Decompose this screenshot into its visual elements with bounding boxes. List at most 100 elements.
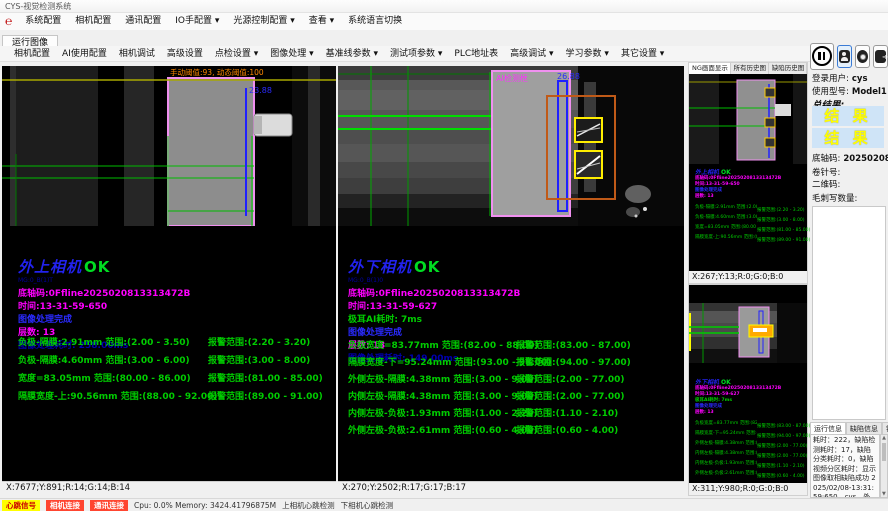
measure-value: 内侧左极-负极:1.93mm 范围:(1.00 - 2.20) [348,406,516,423]
alarm-range: 报警范围:(2.00 - 77.00) [516,392,625,402]
toolbar-plc-table[interactable]: PLC地址表 [448,46,504,62]
mini-alarm: 报警范围:(2.20 - 3.20) [757,208,805,213]
camera-time: 时间:13-31-59-650 [18,301,190,314]
toolbar-test-params[interactable]: 测试项参数 ▾ [384,46,448,62]
measure-value: 隔膜宽度-上:90.56mm 范围:(88.00 - 92.00) [18,388,208,406]
needle-number-label: 卷针号: [812,166,840,178]
bottom-axis-code-label: 底轴码: [812,154,840,164]
measure-value: 外侧左极-负极:2.61mm 范围:(0.60 - 4.00) [348,423,516,440]
toolbar-ai-config[interactable]: AI使用配置 [56,46,113,62]
scrollbar-thumb[interactable] [882,443,886,461]
menu-item-io-config[interactable]: IO手配置 ▾ [168,13,226,30]
toolbar-spot-check[interactable]: 点检设置 ▾ [209,46,264,62]
menu-item-view[interactable]: 查看 ▾ [302,13,341,30]
app-window: CYS-视觉检测系统 ℮ 系统配置 相机配置 通讯配置 IO手配置 ▾ 光源控制… [0,0,888,522]
scroll-up-icon[interactable]: ▲ [882,435,886,441]
toolbar-other-settings[interactable]: 其它设置 ▾ [615,46,670,62]
burr-count-label: 毛刺写数量: [812,192,857,204]
mini-measure: 隔膜宽度-上:90.56mm 范围:(88.00 - 92.00) [695,234,757,241]
measurement-row: 负极-隔膜:4.60mm 范围:(3.00 - 6.00)报警范围:(3.00 … [18,352,323,370]
pixel-coordinate-status: X:267;Y:13;R:0;G:0;B:0 [689,271,807,283]
toolbar-advanced-settings[interactable]: 高级设置 [161,46,209,62]
threshold-label: 手动阈值:93, 动态阈值:100 [170,67,264,77]
camera-image-upper[interactable]: 23.88 手动阈值:93, 动态阈值:100 [2,66,336,226]
toolbar-learn-params[interactable]: 学习参数 ▾ [560,46,615,62]
mini-measure: 内侧左极-隔膜:4.38mm 范围:(3.00 - 9.00) [695,450,757,457]
measurement-row: 外侧左极-隔膜:4.38mm 范围:(3.00 - 9.00)报警范围:(2.0… [348,372,631,389]
thumbnail-panel-upper[interactable]: NG画面显示 所有历史图 缺陷历史图 [688,62,808,284]
tab-defect-history[interactable]: 缺陷历史图 [769,63,807,74]
mini-alarm: 报警范围:(1.10 - 2.10) [757,464,805,469]
mini-measure: 外侧左极-隔膜:4.38mm 范围:(3.00 - 9.00) [695,440,757,447]
alarm-range: 报警范围:(0.60 - 4.00) [516,426,618,436]
menu-item-language[interactable]: 系统语言切换 [341,13,409,30]
measure-value: 隔膜宽度-下=95.24mm 范围:(93.00 - 98.00) [348,355,516,372]
mini-result: OK [721,379,731,386]
menu-item-light-config[interactable]: 光源控制配置 ▾ [226,13,301,30]
pixel-coordinate-status: X:7677;Y:891;R:14;G:14;B:14 [2,481,336,494]
app-logo-icon: ℮ [0,14,18,29]
log-scrollbar[interactable]: ▲ ▼ [880,434,888,498]
thumbnail-panel-lower[interactable]: 外下相机OK 底轴码:0Ffline2025020813313472B 时间:1… [688,284,808,496]
measurement-row: 隔膜宽度-上:90.56mm 范围:(88.00 - 92.00)报警范围:(8… [18,388,323,406]
electrode-tab-box-1 [575,118,602,142]
mini-alarm: 报警范围:(83.00 - 87.00) [757,424,810,429]
thumbnail-image-lower[interactable] [689,303,807,367]
tab-defect-info[interactable]: 缺陷信息 [846,422,882,434]
measurement-row: 负极宽度=83.77mm 范围:(82.00 - 88.00)报警范围:(83.… [348,338,631,355]
thumbnail-tabs: NG画面显示 所有历史图 缺陷历史图 [689,63,807,74]
thumbnail-image-upper[interactable] [689,74,807,168]
measure-value: 负极-隔膜:4.60mm 范围:(3.00 - 6.00) [18,352,208,370]
electrode-tab-box-2 [575,151,602,178]
user-button[interactable] [837,45,852,68]
tab-all-history[interactable]: 所有历史图 [731,63,769,74]
side-panel: ➜ 登录用户:cys 使用型号:Model1 总结果: 结 果 结 果 底轴码:… [810,40,888,498]
camera-result-ok: OK [414,258,440,276]
toolbar-image-process[interactable]: 图像处理 ▾ [264,46,319,62]
menu-item-comm-config[interactable]: 通讯配置 [118,13,168,30]
lower-camera-heartbeat-status: 下相机心跳检测 [341,500,394,511]
measurement-list: 负极宽度=83.77mm 范围:(82.00 - 88.00)报警范围:(83.… [348,338,631,440]
result-list-box[interactable] [812,206,886,420]
bottom-axis-code-row: 底轴码:20250208 [812,152,888,164]
alarm-range: 报警范围:(2.20 - 3.20) [208,338,310,348]
camera-tag: MG:0_B(1)0 [348,277,520,284]
settings-button[interactable] [855,45,870,68]
measurement-list: 负极-隔膜:2.91mm 范围:(2.00 - 3.50)报警范围:(2.20 … [18,334,323,406]
alarm-range: 报警范围:(3.00 - 8.00) [208,356,310,366]
measure-value: 内侧左极-隔膜:4.38mm 范围:(3.00 - 9.00) [348,389,516,406]
menu-item-system-config[interactable]: 系统配置 [18,13,68,30]
tab-error-info[interactable]: 错误信息 [882,422,888,434]
blue-measure-value: 23.88 [249,86,272,95]
control-buttons: ➜ [810,42,888,70]
measurement-row: 内侧左极-隔膜:4.38mm 范围:(3.00 - 9.00)报警范围:(2.0… [348,389,631,406]
menu-item-camera-config[interactable]: 相机配置 [68,13,118,30]
measure-value: 宽度=83.05mm 范围:(80.00 - 86.00) [18,370,208,388]
camera-panel-upper: 23.88 手动阈值:93, 动态阈值:100 外上相机OK MG:0_B(1)… [2,66,336,494]
camera-tag: MG:0_B(1)T [18,277,190,284]
tab-run-info[interactable]: 运行信息 [810,422,846,434]
camera-title: 外下相机 [348,258,412,276]
thumbnail-overlay-text: 外上相机OK 底轴码:0Ffline2025020813313472B 时间:1… [695,167,810,244]
toolbar-camera-config[interactable]: 相机配置 [8,46,56,62]
window-bottom-margin [0,511,888,522]
exit-button[interactable]: ➜ [873,45,888,68]
model-row: 使用型号:Model1 [812,85,887,97]
mini-measure: 内侧左极-负极:1.93mm 范围:(1.00 - 2.20) [695,460,757,467]
upper-camera-heartbeat-status: 上相机心跳检测 [282,500,335,511]
pause-button[interactable] [810,43,834,70]
measurement-row: 宽度=83.05mm 范围:(80.00 - 86.00)报警范围:(81.00… [18,370,323,388]
tab-ng-display[interactable]: NG画面显示 [689,63,731,74]
camera-image-lower[interactable]: AI检测框 26.88 [338,66,684,226]
camera-title: 外上相机 [18,258,82,276]
thumbnail-overlay-text: 外下相机OK 底轴码:0Ffline2025020813313472B 时间:1… [695,377,810,480]
camera-code: 底轴码:0Ffline2025020813313472B [348,288,520,301]
cell-roi-pink-box [168,78,254,226]
scroll-down-icon[interactable]: ▼ [882,491,886,497]
toolbar-camera-debug[interactable]: 相机调试 [113,46,161,62]
alarm-range: 报警范围:(94.00 - 97.00) [516,358,631,368]
qr-code-label: 二维码: [812,178,840,190]
toolbar-baseline-params[interactable]: 基准线参数 ▾ [320,46,384,62]
toolbar-advanced-debug[interactable]: 高级调试 ▾ [504,46,559,62]
camera-time: 时间:13-31-59-627 [348,301,520,314]
